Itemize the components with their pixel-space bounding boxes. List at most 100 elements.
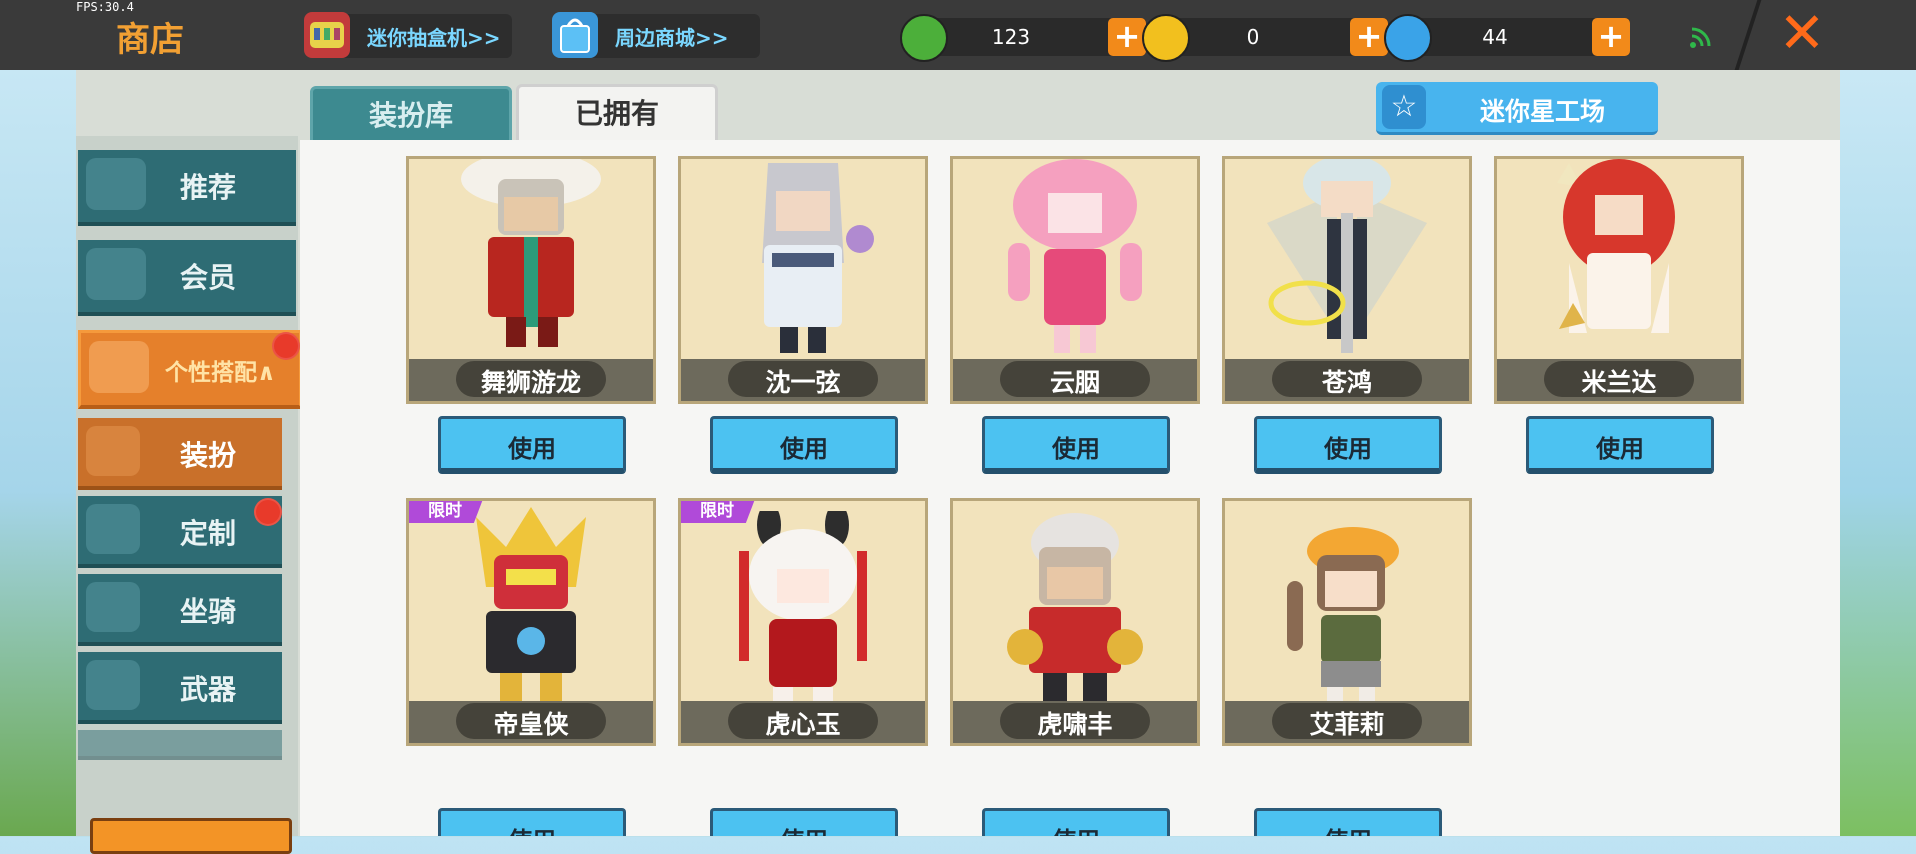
skin-grid: 舞狮游龙 使用 沈一弦 使用 云胭 使用 苍鸿 使用 米兰达 使用 限时 帝皇侠… <box>300 140 1840 836</box>
use-button[interactable]: 使用 <box>710 808 898 836</box>
thumbs-up-icon <box>86 158 146 210</box>
sidebar-item-label: 推荐 <box>180 171 237 204</box>
skin-name: 虎啸丰 <box>1037 710 1113 739</box>
mini-coin-amount: 0 <box>1246 25 1260 49</box>
use-button[interactable]: 使用 <box>1254 808 1442 836</box>
sidebar-subitem-weapon[interactable]: 武器 <box>78 652 282 724</box>
skin-figure <box>762 163 874 353</box>
limited-time-badge: 限时 <box>409 501 483 523</box>
skin-name: 艾菲莉 <box>1309 710 1385 739</box>
skin-figure <box>739 511 867 707</box>
limited-time-badge: 限时 <box>681 501 755 523</box>
mini-studio-label: 迷你星工场 <box>1480 97 1606 126</box>
tab-owned[interactable]: 已拥有 <box>516 84 718 144</box>
trophy-icon <box>89 341 149 393</box>
nameplate: 帝皇侠 <box>409 701 653 743</box>
nameplate: 舞狮游龙 <box>409 359 653 401</box>
skin-figure <box>1007 513 1143 703</box>
sidebar-item-label: 个性搭配∧ <box>165 360 276 386</box>
add-mini-bean-button[interactable]: + <box>1108 18 1146 56</box>
use-button-label: 使用 <box>1257 821 1439 836</box>
tab-wardrobe[interactable]: 装扮库 <box>310 86 512 146</box>
sidebar-item-membership[interactable]: 会员 <box>78 240 296 316</box>
nameplate: 云胭 <box>953 359 1197 401</box>
skin-name: 苍鸿 <box>1321 368 1372 397</box>
gacha-machine-icon <box>304 12 350 58</box>
skin-figure <box>1267 159 1427 353</box>
pencil-icon <box>86 504 140 554</box>
skin-card[interactable]: 限时 虎心玉 <box>678 498 928 746</box>
use-button-label: 使用 <box>1324 435 1372 463</box>
sidebar-subitem-partial[interactable] <box>78 730 282 760</box>
use-button[interactable]: 使用 <box>710 416 898 474</box>
membership-icon <box>86 248 146 300</box>
gacha-link-label: 迷你抽盒机>> <box>367 26 501 50</box>
mini-bean-amount: 123 <box>991 25 1031 49</box>
skin-name: 米兰达 <box>1581 368 1657 397</box>
sidebar-subitem-label: 定制 <box>180 517 237 550</box>
background-scene-left <box>0 70 76 836</box>
use-button[interactable]: 使用 <box>982 416 1170 474</box>
mini-point-balance: 44 + <box>1384 14 1630 62</box>
topbar-divider <box>1734 0 1762 70</box>
sidebar-bottom-button[interactable] <box>90 818 292 854</box>
mount-icon <box>86 582 140 632</box>
notification-dot <box>254 498 282 526</box>
sidebar-subitem-label: 坐骑 <box>180 595 237 628</box>
background-scene-right <box>1840 70 1916 836</box>
sidebar-subitem-customize[interactable]: 定制 <box>78 496 282 568</box>
nameplate: 虎心玉 <box>681 701 925 743</box>
mini-coin-balance: 0 + <box>1142 14 1388 62</box>
skin-figure <box>1287 527 1399 707</box>
add-mini-coin-button[interactable]: + <box>1350 18 1388 56</box>
skin-name: 沈一弦 <box>765 368 841 397</box>
use-button-label: 使用 <box>441 821 623 836</box>
sidebar-item-recommended[interactable]: 推荐 <box>78 150 296 226</box>
add-mini-point-button[interactable]: + <box>1592 18 1630 56</box>
mini-studio-button[interactable]: ☆ 迷你星工场 <box>1376 82 1658 135</box>
use-button[interactable]: 使用 <box>1526 416 1714 474</box>
sidebar-subitem-mount[interactable]: 坐骑 <box>78 574 282 646</box>
gun-icon <box>86 660 140 710</box>
use-button-label: 使用 <box>713 821 895 836</box>
mini-bean-balance: 123 + <box>900 14 1146 62</box>
nameplate: 艾菲莉 <box>1225 701 1469 743</box>
skin-figure <box>476 507 586 705</box>
skin-name: 虎心玉 <box>765 710 841 739</box>
nameplate: 苍鸿 <box>1225 359 1469 401</box>
use-button-label: 使用 <box>1052 435 1100 463</box>
top-bar: FPS:30.4 商店 迷你抽盒机>> 周边商城>> 123 + 0 + 44 … <box>0 0 1916 70</box>
sidebar-subitem-outfit[interactable]: 装扮 <box>78 418 282 490</box>
skin-figure <box>461 159 601 347</box>
skin-card[interactable]: 苍鸿 <box>1222 156 1472 404</box>
skin-card[interactable]: 米兰达 <box>1494 156 1744 404</box>
nameplate: 沈一弦 <box>681 359 925 401</box>
skin-card[interactable]: 云胭 <box>950 156 1200 404</box>
shopping-bag-icon <box>552 12 598 58</box>
page-title: 商店 <box>116 20 184 60</box>
notification-dot <box>272 332 300 360</box>
merch-store-label: 周边商城>> <box>615 26 729 50</box>
use-button[interactable]: 使用 <box>1254 416 1442 474</box>
use-button-label: 使用 <box>1596 435 1644 463</box>
skin-name: 云胭 <box>1049 368 1100 397</box>
skin-name: 舞狮游龙 <box>480 368 581 397</box>
use-button[interactable]: 使用 <box>982 808 1170 836</box>
nameplate: 米兰达 <box>1497 359 1741 401</box>
merch-store-link[interactable]: 周边商城>> <box>552 12 760 58</box>
skin-card[interactable]: 沈一弦 <box>678 156 928 404</box>
sidebar-item-label: 会员 <box>180 261 237 294</box>
use-button[interactable]: 使用 <box>438 808 626 836</box>
skin-card[interactable]: 舞狮游龙 <box>406 156 656 404</box>
gacha-link[interactable]: 迷你抽盒机>> <box>304 12 512 58</box>
shirt-icon <box>86 426 140 476</box>
mini-point-amount: 44 <box>1482 25 1508 49</box>
skin-figure <box>1008 159 1142 353</box>
sidebar-item-personal-style[interactable]: 个性搭配∧ <box>78 330 302 409</box>
use-button-label: 使用 <box>780 435 828 463</box>
skin-card[interactable]: 限时 帝皇侠 <box>406 498 656 746</box>
skin-card[interactable]: 艾菲莉 <box>1222 498 1472 746</box>
skin-card[interactable]: 虎啸丰 <box>950 498 1200 746</box>
close-icon[interactable]: ✕ <box>1776 6 1828 62</box>
use-button[interactable]: 使用 <box>438 416 626 474</box>
